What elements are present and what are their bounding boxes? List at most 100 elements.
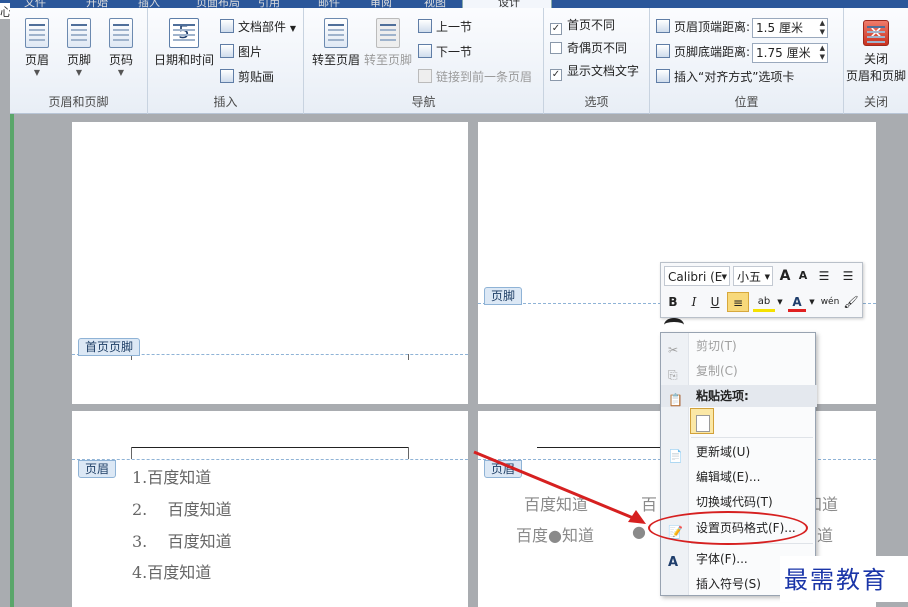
ribbon-tab[interactable]: 设计 [498, 0, 520, 9]
ribbon-tab[interactable]: 插入 [138, 0, 160, 9]
chevron-down-icon[interactable]: ▼ [775, 292, 785, 312]
annotation-ellipse [648, 511, 808, 545]
diff-first-page-checkbox[interactable]: ✓ 首页不同 [550, 14, 615, 36]
italic-button[interactable]: I [685, 292, 703, 312]
annotation-arrow [473, 450, 646, 524]
increase-indent-icon: ☰ [842, 269, 854, 283]
footer-button[interactable]: 页脚 ▼ [58, 18, 100, 77]
footer-icon [67, 18, 91, 48]
checkbox-checked-icon: ✓ [550, 23, 562, 35]
paste-keep-formatting-button[interactable] [690, 408, 714, 434]
page-number-button[interactable]: 页码 ▼ [100, 18, 142, 77]
diff-odd-even-checkbox[interactable]: 奇偶页不同 [550, 37, 627, 59]
header-rule [131, 447, 409, 448]
first-page-footer-tag: 首页页脚 [78, 338, 141, 356]
shrink-font-button[interactable]: A [795, 266, 811, 286]
ribbon-tab[interactable]: 审阅 [370, 0, 392, 9]
insert-align-tab-label: 插入“对齐方式”选项卡 [674, 70, 795, 84]
group-header-footer: 页眉 ▼ 页脚 ▼ 页码 ▼ 页眉和页脚 [10, 8, 148, 114]
copy-label: 复制(C) [696, 364, 738, 378]
font-name-dropdown[interactable]: Calibri (E ▼ [664, 266, 730, 286]
ribbon-tab[interactable]: 邮件 [318, 0, 340, 9]
close-header-footer-button[interactable]: ✕ 关闭 页眉和页脚 [844, 18, 908, 84]
menu-item-cut[interactable]: ✂ 剪切(T) [661, 335, 817, 357]
clipboard-icon: 📋 [668, 393, 683, 407]
header-top-input[interactable]: 1.5 厘米 ▲ ▼ [752, 17, 829, 38]
list-item[interactable]: 3. 百度知道 [132, 528, 232, 552]
menu-item-edit-field[interactable]: 编辑域(E)... [661, 466, 817, 488]
copy-icon: ⎘ [668, 368, 678, 382]
footer-bottom-input[interactable]: 1.75 厘米 ▲ ▼ [752, 42, 829, 63]
prev-section-label: 上一节 [436, 20, 473, 34]
menu-item-update-field[interactable]: 📄 更新域(U) [661, 441, 817, 463]
header-button[interactable]: 页眉 ▼ [16, 18, 58, 77]
phonetic-guide-button[interactable]: wén [819, 292, 841, 312]
group-navigation: 转至页眉 转至页脚 上一节 下一节 链接到前一条页眉 导航 [304, 8, 544, 114]
group-options: ✓ 首页不同 奇偶页不同 ✓ 显示文档文字 选项 [544, 8, 650, 114]
goto-footer-label: 转至页脚 [363, 53, 412, 67]
calendar-icon: 5 [169, 18, 199, 48]
font-color-button[interactable]: A [788, 292, 806, 312]
next-section-button[interactable]: 下一节 [418, 41, 472, 63]
group-label: 插入 [213, 95, 238, 109]
cut-label: 剪切(T) [696, 339, 737, 353]
goto-footer-icon [376, 18, 400, 48]
decrease-indent-button[interactable]: ☰ [815, 266, 833, 286]
decrease-indent-icon: ☰ [818, 269, 830, 283]
group-label: 位置 [734, 95, 759, 109]
ribbon-tab[interactable]: 文件 [24, 0, 46, 9]
margin-tick [408, 447, 409, 459]
header-boundary [72, 459, 468, 460]
list-item[interactable]: 2. 百度知道 [132, 496, 232, 520]
spinner-arrows-icon[interactable]: ▲ ▼ [820, 19, 825, 37]
list-item[interactable]: 1.百度知道 [132, 464, 211, 488]
clip-art-button[interactable]: 剪贴画 [220, 66, 274, 88]
insert-align-tab-button[interactable]: 插入“对齐方式”选项卡 [656, 66, 794, 88]
show-doc-text-checkbox[interactable]: ✓ 显示文档文字 [550, 60, 639, 82]
bold-button[interactable]: B [664, 292, 682, 312]
align-tab-icon [656, 69, 670, 83]
date-time-button[interactable]: 5 日期和时间 [152, 18, 216, 68]
menu-item-copy[interactable]: ⎘ 复制(C) [661, 360, 817, 382]
page-1[interactable] [72, 122, 468, 404]
font-icon: A [668, 555, 679, 570]
margin-tick [131, 447, 132, 459]
grow-font-button[interactable]: A [777, 266, 793, 286]
close-button-label: 关闭 [863, 52, 888, 66]
header-text[interactable]: 道 [817, 522, 833, 546]
ribbon-tab[interactable]: 开始 [86, 0, 108, 9]
goto-footer-button[interactable]: 转至页脚 [362, 18, 414, 68]
chevron-down-icon: ▼ [33, 68, 41, 77]
picture-button[interactable]: 图片 [220, 41, 262, 63]
increase-indent-button[interactable]: ☰ [839, 266, 857, 286]
update-field-icon: 📄 [668, 449, 683, 463]
underline-icon: U [710, 295, 720, 309]
format-painter-button[interactable]: 🖌 [842, 292, 860, 312]
diff-first-page-label: 首页不同 [567, 18, 616, 32]
center-align-button[interactable]: ≡ [727, 292, 749, 312]
spinner-arrows-icon[interactable]: ▲ ▼ [820, 44, 825, 62]
page-number-button-label: 页码 [108, 53, 133, 67]
header-button-label: 页眉 [24, 53, 49, 67]
diff-odd-even-label: 奇偶页不同 [567, 41, 628, 55]
chevron-down-icon[interactable]: ▼ [807, 292, 817, 312]
link-previous-button[interactable]: 链接到前一条页眉 [418, 66, 532, 88]
goto-header-button[interactable]: 转至页眉 [310, 18, 362, 68]
ribbon-tab[interactable]: 引用 [258, 0, 280, 9]
ribbon-tab[interactable]: 页面布局 [196, 0, 240, 9]
chevron-down-icon: ▼ [764, 273, 770, 281]
prev-section-button[interactable]: 上一节 [418, 16, 472, 38]
underline-button[interactable]: U [706, 292, 724, 312]
next-icon [418, 44, 432, 58]
link-icon [418, 69, 432, 83]
menu-item-toggle-field-codes[interactable]: 切换域代码(T) [661, 491, 817, 513]
ribbon-tab[interactable]: 视图 [424, 0, 446, 9]
doc-parts-button[interactable]: 文档部件 ▼ [220, 16, 296, 38]
highlight-button[interactable]: ab [753, 292, 775, 312]
font-size-dropdown[interactable]: 小五 ▼ [733, 266, 773, 286]
list-item[interactable]: 4.百度知道 [132, 559, 211, 583]
footer-bottom-distance: 页脚底端距离: 1.75 厘米 ▲ ▼ [656, 41, 829, 63]
footer-tag: 页脚 [484, 287, 523, 305]
paste-options-label: 粘贴选项: [696, 389, 749, 403]
checkbox-checked-icon: ✓ [550, 69, 562, 81]
